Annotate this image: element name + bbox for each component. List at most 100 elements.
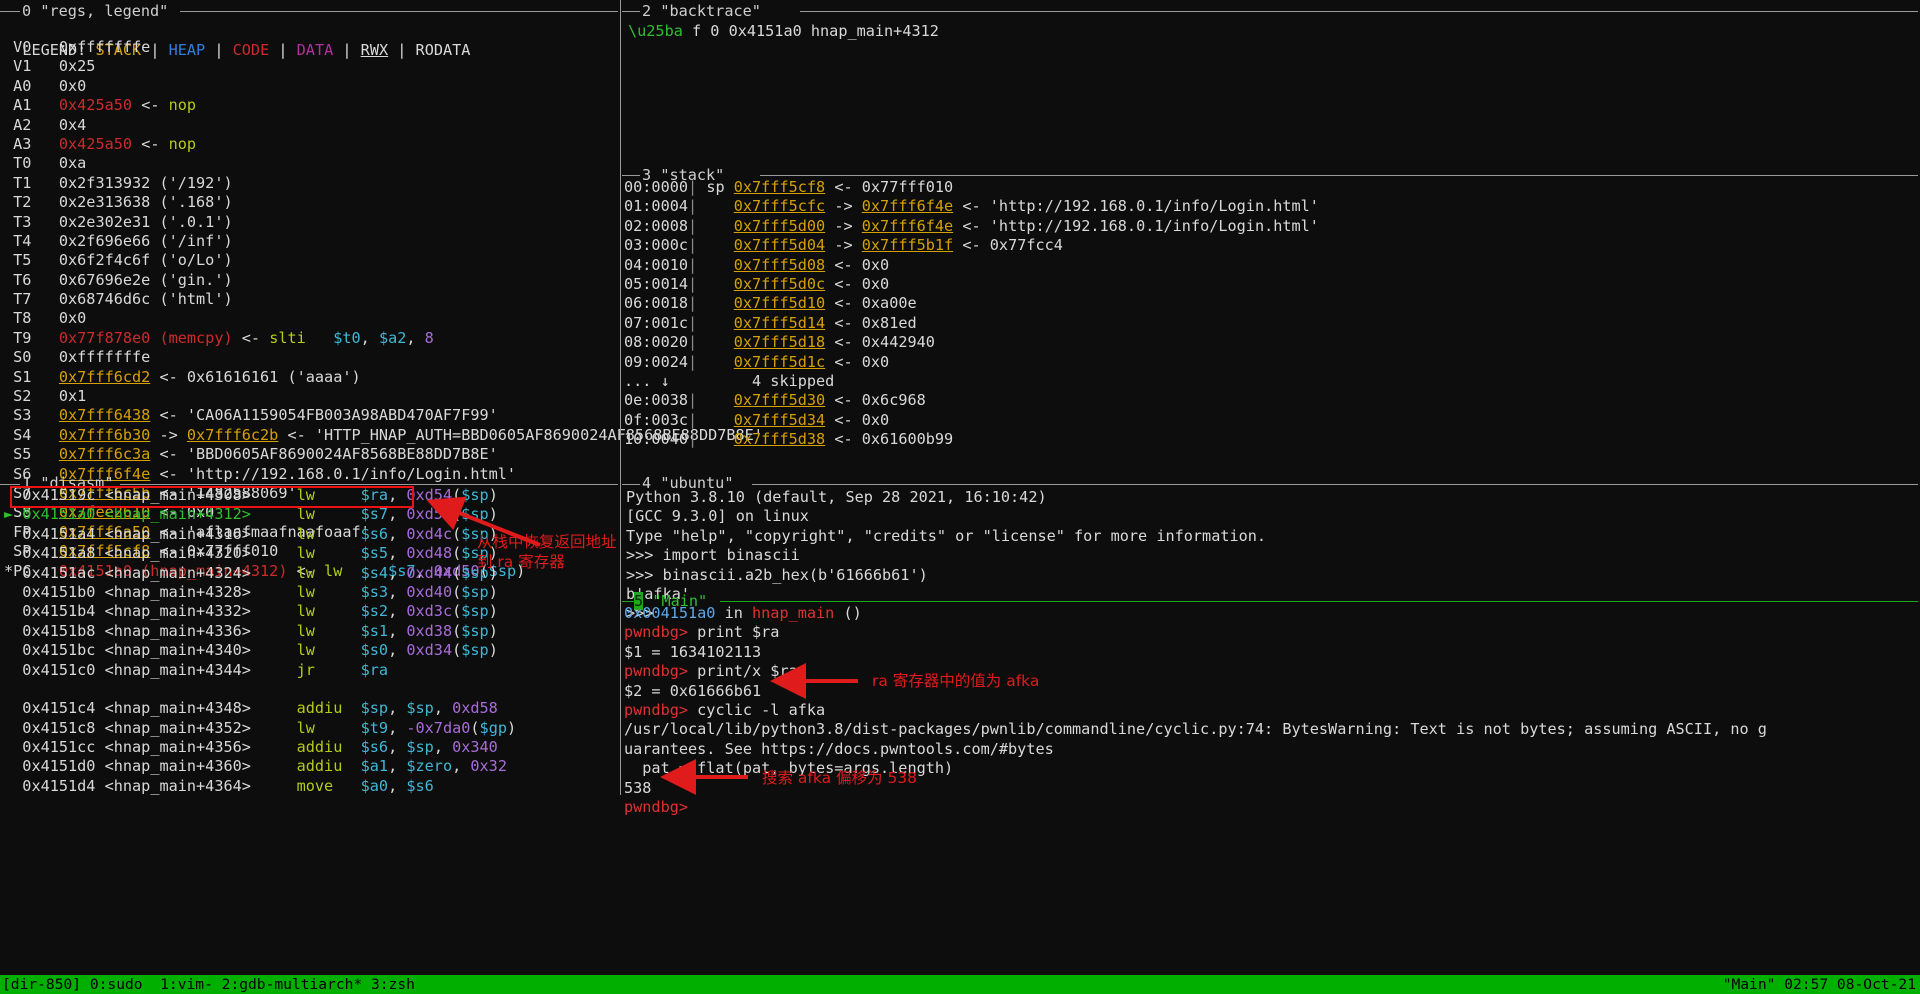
- stack-address: 0x7fff5d30: [733, 391, 826, 410]
- reg-arrow-a3: <-: [141, 134, 160, 153]
- stack-row: 08:0020| 0x7fff5d18 <- 0x442940: [624, 333, 935, 352]
- backtrace-rule-left: [622, 11, 640, 12]
- stack-rule-right: [760, 175, 1918, 176]
- disasm-mnemonic: lw: [296, 641, 315, 660]
- stack-address: 0x7fff5d04: [733, 236, 826, 255]
- disasm-mnemonic: lw: [296, 544, 315, 563]
- ubuntu-terminal-line: Type "help", "copyright", "credits" or "…: [626, 526, 1267, 545]
- register-row-v1: V1 0x25: [4, 57, 96, 76]
- main-prompt-line[interactable]: pwndbg> cyclic -l afka: [624, 701, 1767, 720]
- stack-rule-left: [622, 175, 640, 176]
- reg-value-t8: 0x0: [58, 309, 87, 328]
- disasm-row: 0x4151d4 <hnap_main+4364> move $a0, $s6: [22, 776, 434, 795]
- ubuntu-rule-right: [752, 484, 1918, 485]
- reg-value-t5: 0x6f2f4c6f ('o/Lo'): [58, 251, 233, 270]
- disasm-row: 0x4151c0 <hnap_main+4344> jr $ra: [22, 660, 389, 679]
- reg-deref-s5: 'BBD0605AF8690024AF8568BE88DD7B8E': [186, 445, 498, 464]
- reg-value-t4: 0x2f696e66 ('/inf'): [58, 231, 233, 250]
- main-rule-left: [622, 601, 634, 602]
- reg-deref-s6: 'http://192.168.0.1/info/Login.html': [186, 464, 517, 483]
- stack-address: 0x7fff5d0c: [733, 274, 826, 293]
- reg-deref-s3: 'CA06A1159054FB003A98ABD470AF7F99': [186, 406, 498, 425]
- backtrace-rule-right: [800, 11, 1918, 12]
- reg-insn-t9: slti: [269, 328, 306, 347]
- disasm-mnemonic: addiu: [296, 699, 343, 718]
- status-right: "Main" 02:57 08-Oct-21: [1722, 976, 1916, 993]
- disasm-mnemonic: lw: [296, 563, 315, 582]
- disasm-row: 0x4151b8 <hnap_main+4336> lw $s1, 0xd38(…: [22, 621, 498, 640]
- stack-address: 0x7fff5cf8: [733, 178, 826, 196]
- main-output-line: uarantees. See https://docs.pwntools.com…: [624, 739, 1054, 758]
- disasm-address: 0x4151c8: [22, 718, 96, 737]
- reg-value-a2: 0x4: [58, 115, 87, 134]
- disasm-row: 0x4151b4 <hnap_main+4332> lw $s2, 0xd3c(…: [22, 602, 498, 621]
- disasm-mnemonic: lw: [296, 602, 315, 621]
- backtrace-panel-number: 2: [642, 2, 652, 20]
- regs-rule-right: [180, 11, 618, 12]
- disasm-address: 0x4151cc: [22, 738, 96, 757]
- reg-value-a3: 0x425a50: [58, 134, 133, 153]
- disasm-address: 0x4151a0: [22, 505, 96, 524]
- disasm-mnemonic: lw: [296, 718, 315, 737]
- reg-value-a1: 0x425a50: [58, 96, 133, 115]
- ubuntu-terminal-line: >>> binascii.a2b_hex(b'61666b61'): [626, 565, 928, 584]
- stack-row: 07:001c| 0x7fff5d14 <- 0x81ed: [624, 313, 917, 332]
- disasm-address: 0x4151b8: [22, 621, 96, 640]
- stack-address: 0x7fff5d10: [733, 294, 826, 313]
- main-prompt-line[interactable]: pwndbg>: [624, 798, 1767, 817]
- regs-panel-title: 0 "regs, legend": [22, 2, 168, 21]
- reg-value-t0: 0xa: [58, 154, 87, 173]
- disasm-mnemonic: jr: [296, 660, 315, 679]
- reg-value-t2: 0x2e313638 ('.168'): [58, 193, 233, 212]
- annotation-ra-value: ra 寄存器中的值为 afka: [872, 672, 1040, 690]
- reg-value-t1: 0x2f313932 ('/192'): [58, 173, 233, 192]
- stack-address: 0x7fff5d00: [733, 216, 826, 235]
- disasm-address: 0x4151c4: [22, 699, 96, 718]
- disasm-mnemonic: lw: [296, 524, 315, 543]
- disasm-address: 0x4151a8: [22, 544, 96, 563]
- main-prompt-line[interactable]: pwndbg> print $ra: [624, 623, 1767, 642]
- register-row-a2: A2 0x4: [4, 115, 87, 134]
- stack-address: 0x7fff5d08: [733, 255, 826, 274]
- reg-arg-t9-b: $a2: [378, 328, 407, 347]
- disasm-address: 0x41519c: [22, 486, 96, 504]
- reg-value-s5: 0x7fff6c3a: [58, 445, 151, 464]
- disasm-mnemonic: move: [296, 776, 334, 795]
- annotation-restore-ra-line2: 到 ra 寄存器: [477, 553, 565, 571]
- disasm-address: 0x4151c0: [22, 660, 96, 679]
- ubuntu-terminal-line: Python 3.8.10 (default, Sep 28 2021, 16:…: [626, 488, 1047, 506]
- stack-address: 0x7fff5d1c: [733, 352, 826, 371]
- backtrace-row: \u25ba f 0 0x4151a0 hnap_main+4312: [628, 22, 939, 40]
- reg-value-s4: 0x7fff6b30: [58, 425, 151, 444]
- regs-rule-left: [0, 11, 20, 12]
- stack-address: 0x7fff5d38: [733, 430, 826, 449]
- disasm-mnemonic: lw: [296, 505, 315, 524]
- stack-row: 02:0008| 0x7fff5d00 -> 0x7fff6f4e <- 'ht…: [624, 216, 1319, 235]
- disasm-rule-left: [0, 484, 20, 485]
- reg-value-s2: 0x1: [58, 387, 87, 406]
- disasm-address: 0x4151d0: [22, 757, 96, 776]
- reg-value-t3: 0x2e302e31 ('.0.1'): [58, 212, 233, 231]
- status-left[interactable]: [dir-850] 0:sudo 1:vim- 2:gdb-multiarch*…: [2, 975, 415, 994]
- stack-address: 0x7fff5d14: [733, 313, 826, 332]
- disasm-row: 0x4151d0 <hnap_main+4360> addiu $a1, $ze…: [22, 757, 507, 776]
- stack-row: 0f:003c| 0x7fff5d34 <- 0x0: [624, 410, 890, 429]
- reg-value-s0: 0xfffffffe: [58, 348, 151, 367]
- reg-arg-t9-a: $t0: [333, 328, 361, 347]
- disasm-rule-right: [120, 484, 618, 485]
- disasm-address: 0x4151ac: [22, 563, 96, 582]
- ubuntu-rule-left: [622, 484, 640, 485]
- regs-panel-number: 0: [22, 2, 32, 20]
- regs-panel-name: "regs, legend": [40, 2, 169, 20]
- stack-row: 03:000c| 0x7fff5d04 -> 0x7fff5b1f <- 0x7…: [624, 236, 1063, 255]
- reg-value-s1: 0x7fff6cd2: [58, 367, 151, 386]
- stack-list: 00:0000| sp 0x7fff5cf8 <- 0x77fff010 01:0…: [624, 178, 1319, 449]
- pane-divider-vertical: [620, 0, 621, 795]
- annotation-offset: 搜索 afka 偏移为 538: [762, 769, 918, 787]
- stack-row: 09:0024| 0x7fff5d1c <- 0x0: [624, 352, 890, 371]
- reg-deref-addr-s4: 0x7fff6c2b: [186, 425, 279, 444]
- reg-insn-a1: nop: [168, 96, 197, 115]
- disasm-address: 0x4151d4: [22, 776, 96, 795]
- stack-row: 00:0000| sp 0x7fff5cf8 <- 0x77fff010: [624, 178, 954, 196]
- reg-value-v1: 0x25: [58, 57, 96, 76]
